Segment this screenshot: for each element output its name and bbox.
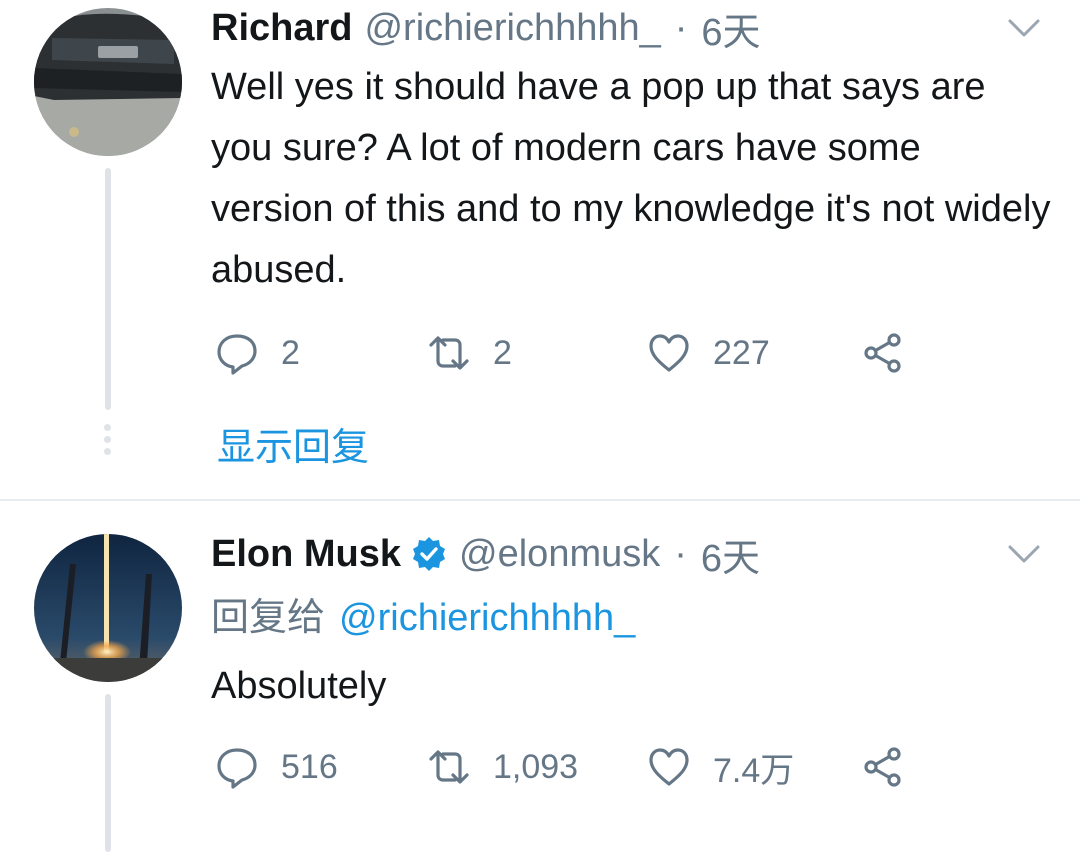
timestamp[interactable]: 6天 (701, 527, 760, 582)
chevron-down-icon[interactable] (1006, 542, 1042, 566)
replying-to-handle-link[interactable]: @richierichhhhh_ (339, 597, 635, 639)
tweet-richard[interactable]: Richard @richierichhhhh_ · 6天 Well yes i… (0, 0, 1080, 500)
username[interactable]: @elonmusk (459, 533, 660, 576)
retweet-button[interactable]: 1,093 (427, 742, 578, 792)
like-button[interactable]: 7.4万 (647, 742, 794, 792)
show-replies-link[interactable]: 显示回复 (217, 416, 369, 471)
tweet-header: Richard @richierichhhhh_ · 6天 (211, 0, 761, 56)
tweet-actions: 516 1,093 7.4万 (215, 742, 915, 792)
thread-dot (104, 436, 111, 443)
tweet-actions: 2 2 227 (215, 328, 915, 378)
replying-to: 回复给 @richierichhhhh_ (211, 590, 635, 646)
retweet-button[interactable]: 2 (427, 328, 512, 378)
separator: · (674, 532, 687, 575)
thread-line (105, 168, 111, 410)
avatar[interactable] (34, 8, 182, 156)
display-name[interactable]: Richard (211, 7, 352, 50)
tweet-header: Elon Musk @elonmusk · 6天 (211, 526, 760, 582)
divider (0, 499, 1080, 501)
share-icon (864, 747, 901, 787)
avatar-image (34, 534, 182, 682)
avatar[interactable] (34, 534, 182, 682)
share-button[interactable] (861, 742, 905, 792)
separator: · (674, 6, 688, 49)
like-count: 7.4万 (713, 751, 795, 790)
like-count: 227 (713, 333, 770, 372)
heart-icon (649, 334, 689, 372)
thread-dot (104, 448, 111, 455)
chevron-down-icon[interactable] (1006, 16, 1042, 40)
share-button[interactable] (861, 328, 905, 378)
timestamp[interactable]: 6天 (701, 1, 760, 56)
thread-line (105, 694, 111, 852)
retweet-count: 2 (493, 333, 512, 372)
tweet-elon-musk[interactable]: Elon Musk @elonmusk · 6天 回复给 @richierichh… (0, 526, 1080, 852)
tweet-text: Absolutely (211, 665, 387, 707)
reply-icon (217, 334, 257, 375)
like-button[interactable]: 227 (647, 328, 770, 378)
reply-button[interactable]: 2 (215, 328, 300, 378)
username[interactable]: @richierichhhhh_ (364, 7, 660, 50)
retweet-icon (429, 750, 469, 784)
reply-button[interactable]: 516 (215, 742, 338, 792)
heart-icon (649, 748, 689, 786)
tweet-text: Well yes it should have a pop up that sa… (211, 66, 1051, 291)
reply-count: 2 (281, 333, 300, 372)
display-name[interactable]: Elon Musk (211, 533, 401, 576)
avatar-image (34, 8, 182, 156)
thread-dot (104, 424, 111, 431)
verified-badge-icon (413, 537, 446, 571)
reply-count: 516 (281, 747, 338, 786)
reply-icon (217, 748, 257, 789)
retweet-count: 1,093 (493, 747, 579, 786)
replying-to-prefix: 回复给 (211, 597, 326, 639)
retweet-icon (429, 336, 469, 370)
share-icon (864, 333, 901, 373)
